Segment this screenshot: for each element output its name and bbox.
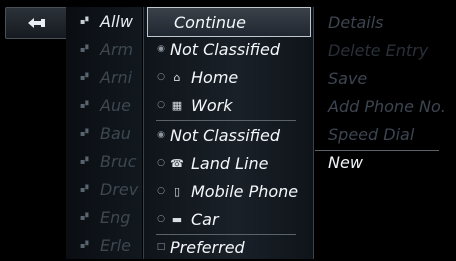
- contact-list: ▪▘ Allw ▪▘ Arm ▪▘ Arni ▪▘ Aue ▪▘ Bau ▪▘ …: [66, 7, 142, 259]
- category-work-radio[interactable]: ○ ▦ Work: [144, 91, 313, 119]
- option-label: Car: [191, 209, 219, 229]
- contact-card-icon: ▪▘: [80, 16, 92, 26]
- back-button[interactable]: [5, 7, 68, 39]
- contact-card-icon: ▪▘: [80, 72, 92, 82]
- contact-row[interactable]: ▪▘ Arni: [66, 63, 142, 91]
- option-label: Mobile Phone: [191, 181, 299, 201]
- contact-row[interactable]: ▪▘ Bau: [66, 119, 142, 147]
- contact-row[interactable]: ▪▘ Eng: [66, 203, 142, 231]
- type-not-classified-radio[interactable]: ◉ Not Classified: [144, 121, 313, 149]
- radio-unchecked-icon: ○: [157, 100, 165, 110]
- continue-button[interactable]: Continue: [147, 7, 311, 37]
- speed-dial-item[interactable]: Speed Dial: [328, 125, 414, 144]
- add-phone-item[interactable]: Add Phone No.: [328, 97, 446, 116]
- radio-unchecked-icon: ○: [157, 72, 165, 82]
- menu-divider: [315, 150, 439, 151]
- radio-checked-icon: ◉: [157, 130, 165, 140]
- mobile-phone-icon: ▯: [173, 184, 181, 198]
- type-landline-radio[interactable]: ○ ☎ Land Line: [144, 149, 313, 177]
- option-label: Home: [191, 67, 239, 87]
- contact-name: Erle: [100, 235, 131, 255]
- category-home-radio[interactable]: ○ ⌂ Home: [144, 63, 313, 91]
- contact-name: Arni: [100, 67, 133, 87]
- contact-card-icon: ▪▘: [80, 240, 92, 250]
- back-arrow-icon: [27, 18, 45, 28]
- contact-card-icon: ▪▘: [80, 212, 92, 222]
- radio-unchecked-icon: ○: [157, 186, 165, 196]
- contact-name: Arm: [100, 39, 134, 59]
- delete-entry-item[interactable]: Delete Entry: [328, 41, 428, 60]
- contact-card-icon: ▪▘: [80, 184, 92, 194]
- option-label: Not Classified: [170, 125, 280, 145]
- contact-card-icon: ▪▘: [80, 128, 92, 138]
- contact-row[interactable]: ▪▘ Aue: [66, 91, 142, 119]
- work-building-icon: ▦: [171, 98, 183, 112]
- continue-label: Continue: [174, 12, 246, 32]
- checkbox-unchecked-icon: □: [156, 242, 166, 252]
- option-label: Preferred: [170, 237, 245, 257]
- radio-checked-icon: ◉: [157, 44, 165, 54]
- contact-row[interactable]: ▪▘ Drev: [66, 175, 142, 203]
- contact-row[interactable]: ▪▘ Arm: [66, 35, 142, 63]
- contact-card-icon: ▪▘: [80, 156, 92, 166]
- details-item[interactable]: Details: [328, 13, 383, 32]
- right-menu: Details Delete Entry Save Add Phone No. …: [315, 7, 456, 259]
- contact-card-icon: ▪▘: [80, 100, 92, 110]
- option-label: Land Line: [191, 153, 269, 173]
- contact-name: Bau: [100, 123, 131, 143]
- car-icon: ▬: [171, 212, 183, 226]
- contact-name: Aue: [100, 95, 131, 115]
- contact-card-icon: ▪▘: [80, 44, 92, 54]
- contact-name: Bruc: [100, 151, 137, 171]
- contact-row[interactable]: ▪▘ Erle: [66, 231, 142, 259]
- preferred-checkbox[interactable]: □ Preferred: [144, 233, 313, 261]
- contact-row[interactable]: ▪▘ Allw: [66, 7, 142, 35]
- category-not-classified-radio[interactable]: ◉ Not Classified: [144, 35, 313, 63]
- type-car-radio[interactable]: ○ ▬ Car: [144, 205, 313, 233]
- options-menu: Continue ◉ Not Classified ○ ⌂ Home ○ ▦ W…: [143, 7, 314, 259]
- option-label: Work: [191, 95, 233, 115]
- type-mobile-radio[interactable]: ○ ▯ Mobile Phone: [144, 177, 313, 205]
- new-item[interactable]: New: [328, 153, 363, 172]
- option-label: Not Classified: [170, 39, 280, 59]
- contact-name: Drev: [100, 179, 139, 199]
- contact-row[interactable]: ▪▘ Bruc: [66, 147, 142, 175]
- radio-unchecked-icon: ○: [157, 158, 165, 168]
- contact-name: Allw: [100, 11, 133, 31]
- radio-unchecked-icon: ○: [157, 214, 165, 224]
- landline-phone-icon: ☎: [170, 156, 184, 170]
- contact-name: Eng: [100, 207, 131, 227]
- home-icon: ⌂: [173, 70, 181, 84]
- save-item[interactable]: Save: [328, 69, 367, 88]
